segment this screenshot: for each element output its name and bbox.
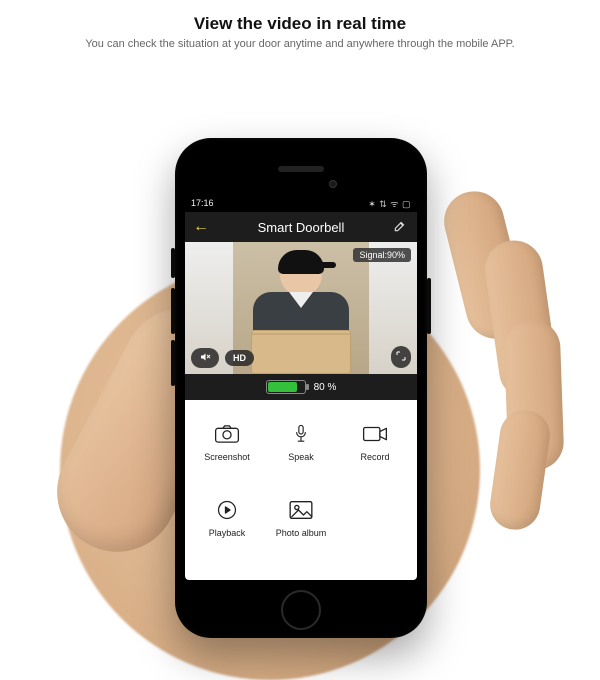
tile-label: Record: [360, 452, 389, 462]
expand-icon: [395, 354, 407, 364]
phone-frame: 17:16 ✶ ⇅ ᯤ ▢ ← Smart Doorbell Signal:90…: [175, 138, 427, 638]
promo-subtitle: You can check the situation at your door…: [0, 34, 600, 50]
status-time: 17:16: [191, 198, 214, 208]
app-screen: 17:16 ✶ ⇅ ᯤ ▢ ← Smart Doorbell Signal:90…: [185, 194, 417, 580]
fullscreen-button[interactable]: [391, 346, 411, 368]
home-button[interactable]: [281, 590, 321, 630]
battery-percent: 80 %: [314, 382, 337, 393]
playback-button[interactable]: Playback: [193, 484, 261, 554]
hd-badge[interactable]: HD: [225, 350, 254, 366]
title-bar: ← Smart Doorbell: [185, 212, 417, 242]
speaker-muted-icon: [199, 351, 211, 365]
mute-button[interactable]: [191, 348, 219, 368]
microphone-icon: [288, 424, 314, 446]
battery-row: 80 %: [185, 374, 417, 400]
status-icons: ✶ ⇅ ᯤ ▢: [368, 197, 411, 210]
tile-label: Playback: [209, 528, 246, 538]
playback-icon: [214, 500, 240, 522]
tile-label: Screenshot: [204, 452, 250, 462]
hand-holding-phone: 17:16 ✶ ⇅ ᯤ ▢ ← Smart Doorbell Signal:90…: [0, 60, 600, 600]
signal-badge: Signal:90%: [353, 248, 411, 262]
back-icon[interactable]: ←: [193, 219, 209, 235]
delivery-person: [241, 254, 361, 374]
record-button[interactable]: Record: [341, 408, 409, 478]
camera-icon: [214, 424, 240, 446]
status-bar: 17:16 ✶ ⇅ ᯤ ▢: [185, 194, 417, 212]
photo-album-button[interactable]: Photo album: [267, 484, 335, 554]
live-video[interactable]: Signal:90% HD: [185, 242, 417, 374]
tile-label: Speak: [288, 452, 314, 462]
edit-icon[interactable]: [393, 219, 407, 236]
screenshot-button[interactable]: Screenshot: [193, 408, 261, 478]
video-icon: [362, 424, 388, 446]
page-title: Smart Doorbell: [258, 220, 345, 235]
tile-label: Photo album: [276, 528, 327, 538]
action-grid: Screenshot Speak Record Playback Photo a…: [185, 400, 417, 580]
battery-icon: [266, 380, 306, 394]
speak-button[interactable]: Speak: [267, 408, 335, 478]
promo-title: View the video in real time: [0, 0, 600, 34]
image-icon: [288, 500, 314, 522]
